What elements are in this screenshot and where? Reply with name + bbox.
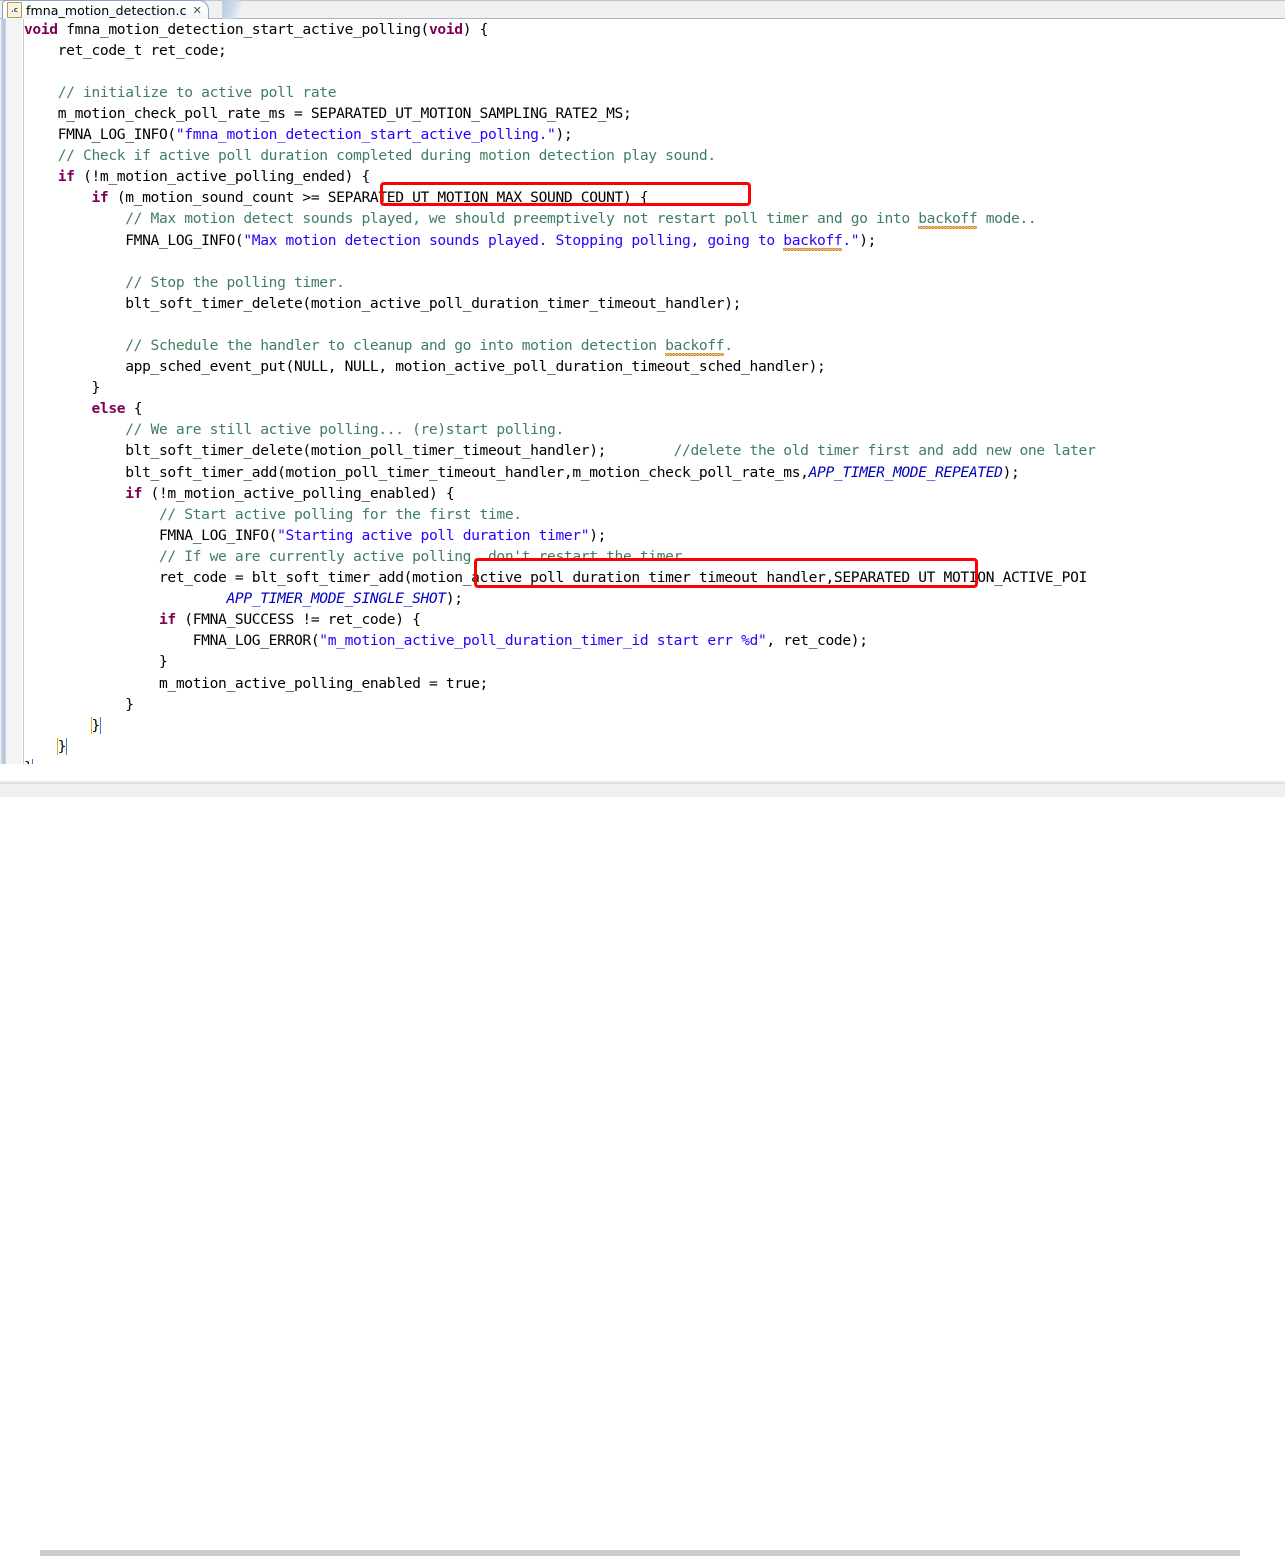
horizontal-scrollbar-thumb[interactable] — [40, 1550, 1240, 1556]
code-line: } — [24, 651, 1095, 672]
code-line: // Schedule the handler to cleanup and g… — [24, 335, 1095, 356]
close-icon[interactable]: ✕ — [193, 5, 202, 16]
code-line: // Max motion detect sounds played, we s… — [24, 208, 1095, 229]
editor-marker-bar[interactable] — [6, 19, 23, 764]
code-line: else { — [24, 398, 1095, 419]
editor-tab-bar: .c fmna_motion_detection.c ✕ — [0, 0, 1285, 19]
editor-body: void fmna_motion_detection_start_active_… — [0, 19, 1285, 764]
code-line: ret_code = blt_soft_timer_add(motion_act… — [24, 567, 1095, 588]
code-line: FMNA_LOG_INFO("Max motion detection soun… — [24, 230, 1095, 251]
code-line: } — [24, 715, 1095, 736]
code-line: } — [24, 757, 1095, 764]
code-line: app_sched_event_put(NULL, NULL, motion_a… — [24, 356, 1095, 377]
code-line: } — [24, 377, 1095, 398]
code-editor-window: .c fmna_motion_detection.c ✕ void fmna_m… — [0, 0, 1285, 778]
editor-tab-label: fmna_motion_detection.c — [26, 3, 187, 18]
code-line: void fmna_motion_detection_start_active_… — [24, 19, 1095, 40]
code-line: if (m_motion_sound_count >= SEPARATED_UT… — [24, 187, 1095, 208]
code-line — [24, 314, 1095, 335]
code-line: if (!m_motion_active_polling_ended) { — [24, 166, 1095, 187]
code-text-area[interactable]: void fmna_motion_detection_start_active_… — [24, 19, 1285, 764]
code-line — [24, 61, 1095, 82]
code-line: APP_TIMER_MODE_SINGLE_SHOT); — [24, 588, 1095, 609]
editor-tab-fmna-motion-detection[interactable]: .c fmna_motion_detection.c ✕ — [2, 0, 209, 19]
code-line: // initialize to active poll rate — [24, 82, 1095, 103]
code-line: // Check if active poll duration complet… — [24, 145, 1095, 166]
code-line: m_motion_check_poll_rate_ms = SEPARATED_… — [24, 103, 1095, 124]
code-line: FMNA_LOG_INFO("Starting active poll dura… — [24, 525, 1095, 546]
code-line: FMNA_LOG_ERROR("m_motion_active_poll_dur… — [24, 630, 1095, 651]
code-line: blt_soft_timer_add(motion_poll_timer_tim… — [24, 462, 1095, 483]
code-line: // We are still active polling... (re)st… — [24, 419, 1095, 440]
code-line: // Stop the polling timer. — [24, 272, 1095, 293]
source-code[interactable]: void fmna_motion_detection_start_active_… — [24, 19, 1095, 764]
code-line: // If we are currently active polling, d… — [24, 546, 1095, 567]
c-source-file-icon: .c — [7, 2, 22, 18]
code-line: blt_soft_timer_delete(motion_active_poll… — [24, 293, 1095, 314]
code-line: } — [24, 694, 1095, 715]
code-line: if (FMNA_SUCCESS != ret_code) { — [24, 609, 1095, 630]
code-line: FMNA_LOG_INFO("fmna_motion_detection_sta… — [24, 124, 1095, 145]
code-line: ret_code_t ret_code; — [24, 40, 1095, 61]
code-line: if (!m_motion_active_polling_enabled) { — [24, 483, 1095, 504]
code-line: blt_soft_timer_delete(motion_poll_timer_… — [24, 440, 1095, 461]
code-line: // Start active polling for the first ti… — [24, 504, 1095, 525]
code-line — [24, 251, 1095, 272]
tab-trailing-slant — [222, 0, 268, 19]
code-line: m_motion_active_polling_enabled = true; — [24, 673, 1095, 694]
code-line: } — [24, 736, 1095, 757]
horizontal-scrollbar-track[interactable] — [0, 783, 1285, 797]
